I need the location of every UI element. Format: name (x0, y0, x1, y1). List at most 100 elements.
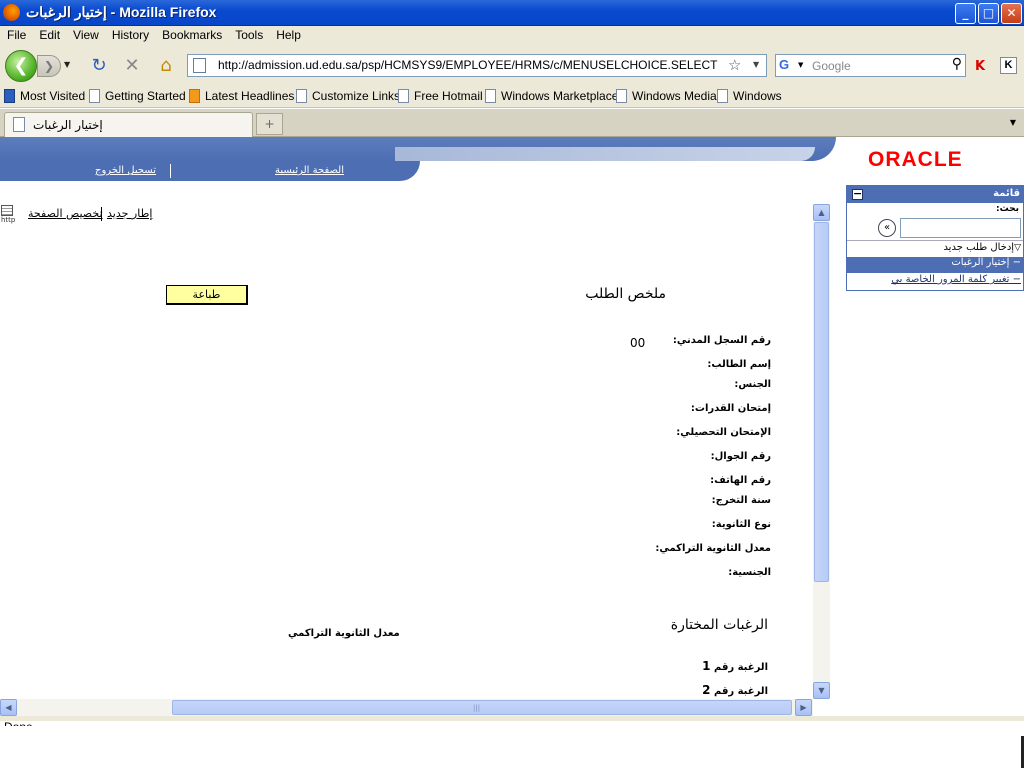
menu-item-new-application[interactable]: ▽إدخال طلب جديد (943, 242, 1021, 253)
menu-help[interactable]: Help (269, 26, 307, 42)
addon-box-icon[interactable]: K (1000, 57, 1017, 74)
tab-list-dropdown-icon[interactable]: ▼ (1004, 113, 1022, 135)
field-label-school-type: نوع الثانوية: (711, 519, 771, 530)
print-button[interactable]: طباعة (166, 285, 248, 305)
menu-tools[interactable]: Tools (228, 26, 269, 42)
new-tab-button[interactable]: + (256, 113, 283, 135)
menu-item-select-preferences[interactable]: − إختيار الرغبات (847, 257, 1023, 273)
field-label-graduation-year: سنة التخرج: (711, 495, 771, 506)
menu-edit[interactable]: Edit (32, 26, 66, 42)
gpa-column-header: معدل الثانوية التراكمي (288, 628, 400, 639)
menu-item-change-password[interactable]: − تغيير كلمة المرور الخاصة بي (891, 274, 1021, 285)
side-menu-search-label: بحث: (996, 204, 1019, 214)
header-nav-band (0, 161, 420, 181)
window-title-bar: إختيار الرغبات - Mozilla Firefox _ □ ✕ (0, 0, 1024, 26)
field-label-gender: الجنس: (734, 379, 771, 390)
search-bar[interactable]: G ▼ Google ⚲ (775, 54, 966, 77)
side-menu-title: قائمة (993, 188, 1020, 199)
folder-open-icon: ▽ (1014, 243, 1021, 253)
header-band-light (395, 147, 815, 161)
tab-label: إختيار الرغبات (33, 118, 103, 132)
url-dropdown-icon[interactable]: ▼ (753, 60, 759, 69)
status-text: Done (4, 720, 33, 726)
new-window-link[interactable]: إطار جديد (107, 207, 152, 220)
page-icon (296, 89, 307, 103)
bookmark-windows-media[interactable]: Windows Media (616, 89, 717, 103)
reload-icon[interactable]: ↻ (88, 55, 110, 77)
personalize-page-link[interactable]: تخصيص الصفحة (28, 207, 103, 220)
vertical-scrollbar[interactable]: ▲ ▼ (813, 204, 830, 699)
scroll-up-icon[interactable]: ▲ (813, 204, 830, 221)
bookmark-customize-links[interactable]: Customize Links (296, 89, 400, 103)
menu-bookmarks[interactable]: Bookmarks (155, 26, 228, 42)
home-icon[interactable]: ⌂ (155, 55, 177, 77)
search-engine-dropdown-icon[interactable]: ▼ (798, 61, 803, 69)
firefox-logo-icon (3, 4, 20, 21)
back-arrow-icon: ❮ (13, 55, 29, 76)
search-input[interactable]: Google (812, 59, 851, 73)
header-divider (170, 164, 171, 178)
url-bar[interactable]: http://admission.ud.edu.sa/psp/HCMSYS9/E… (187, 54, 767, 77)
preferences-title: الرغبات المختارة (670, 617, 768, 633)
bookmark-star-icon[interactable]: ☆ (728, 56, 741, 74)
field-label-nationality: الجنسية: (728, 567, 771, 578)
horizontal-scrollbar[interactable]: ◀ ||| ▶ (0, 699, 813, 716)
http-icon[interactable]: http (1, 205, 17, 225)
scroll-right-icon[interactable]: ▶ (795, 699, 812, 716)
history-dropdown-icon[interactable]: ▼ (64, 60, 70, 69)
bookmark-most-visited[interactable]: Most Visited (4, 89, 85, 103)
tab-bar: إختيار الرغبات + ▼ (0, 109, 1024, 137)
side-menu: − قائمة بحث: « ▽إدخال طلب جديد − إختيار … (846, 185, 1024, 291)
tab-active[interactable]: إختيار الرغبات (4, 112, 253, 137)
menu-history[interactable]: History (105, 26, 155, 42)
bookmark-free-hotmail[interactable]: Free Hotmail (398, 89, 483, 103)
forward-arrow-icon: ❯ (43, 59, 55, 73)
close-button[interactable]: ✕ (1001, 3, 1022, 24)
field-label-aptitude-exam: إمتحان القدرات: (690, 403, 771, 414)
navigation-toolbar: ❮ ❯ ▼ ↻ ✕ ⌂ http://admission.ud.edu.sa/p… (0, 46, 1024, 86)
page-icon (89, 89, 100, 103)
google-icon[interactable]: G (779, 57, 795, 73)
bookmark-windows-marketplace[interactable]: Windows Marketplace (485, 89, 618, 103)
side-menu-divider (847, 240, 1023, 241)
bookmark-latest-headlines[interactable]: Latest Headlines (189, 89, 294, 103)
scroll-grip-icon: ||| (473, 704, 481, 712)
back-button[interactable]: ❮ (5, 50, 37, 82)
side-menu-header: − قائمة (847, 186, 1023, 203)
addon-k-icon[interactable]: K (975, 59, 985, 74)
field-label-phone: رقم الهاتف: (710, 475, 771, 486)
scroll-down-icon[interactable]: ▼ (813, 682, 830, 699)
preference-row: الرغبة رقم 1 (702, 659, 768, 673)
collapse-icon[interactable]: − (852, 188, 863, 200)
horizontal-scroll-thumb[interactable]: ||| (172, 700, 792, 715)
home-link[interactable]: الصفحة الرئيسية (275, 165, 344, 176)
logout-link[interactable]: تسجيل الخروج (95, 165, 156, 176)
forward-button[interactable]: ❯ (37, 55, 61, 77)
field-label-national-id: رقم السجل المدني: (672, 335, 771, 346)
page-icon (485, 89, 496, 103)
maximize-button[interactable]: □ (978, 3, 999, 24)
search-icon[interactable]: ⚲ (952, 56, 962, 72)
menu-view[interactable]: View (66, 26, 105, 42)
window-title: إختيار الرغبات - Mozilla Firefox (26, 4, 217, 20)
content-frame: http تخصيص الصفحة إطار جديد طباعة ملخص ا… (0, 183, 813, 699)
field-value-national-id: 00 (630, 336, 646, 350)
menu-file[interactable]: File (0, 26, 32, 42)
search-go-icon[interactable]: « (878, 219, 896, 237)
summary-title: ملخص الطلب (585, 286, 666, 302)
bookmark-windows[interactable]: Windows (717, 89, 782, 103)
menu-bar: File Edit View History Bookmarks Tools Help (0, 26, 1024, 46)
minimize-button[interactable]: _ (955, 3, 976, 24)
plus-icon: + (264, 117, 275, 131)
field-label-mobile: رقم الجوال: (710, 451, 771, 462)
scroll-left-icon[interactable]: ◀ (0, 699, 17, 716)
bookmark-getting-started[interactable]: Getting Started (89, 89, 186, 103)
side-menu-search-input[interactable] (900, 218, 1021, 238)
vertical-scroll-thumb[interactable] (814, 222, 829, 582)
url-text[interactable]: http://admission.ud.edu.sa/psp/HCMSYS9/E… (218, 58, 718, 72)
status-bar-edge (0, 716, 1024, 721)
oracle-logo: ORACLE (868, 148, 963, 171)
page-icon (398, 89, 409, 103)
stop-icon[interactable]: ✕ (121, 55, 143, 77)
field-label-gpa: معدل الثانوية التراكمي: (655, 543, 771, 554)
